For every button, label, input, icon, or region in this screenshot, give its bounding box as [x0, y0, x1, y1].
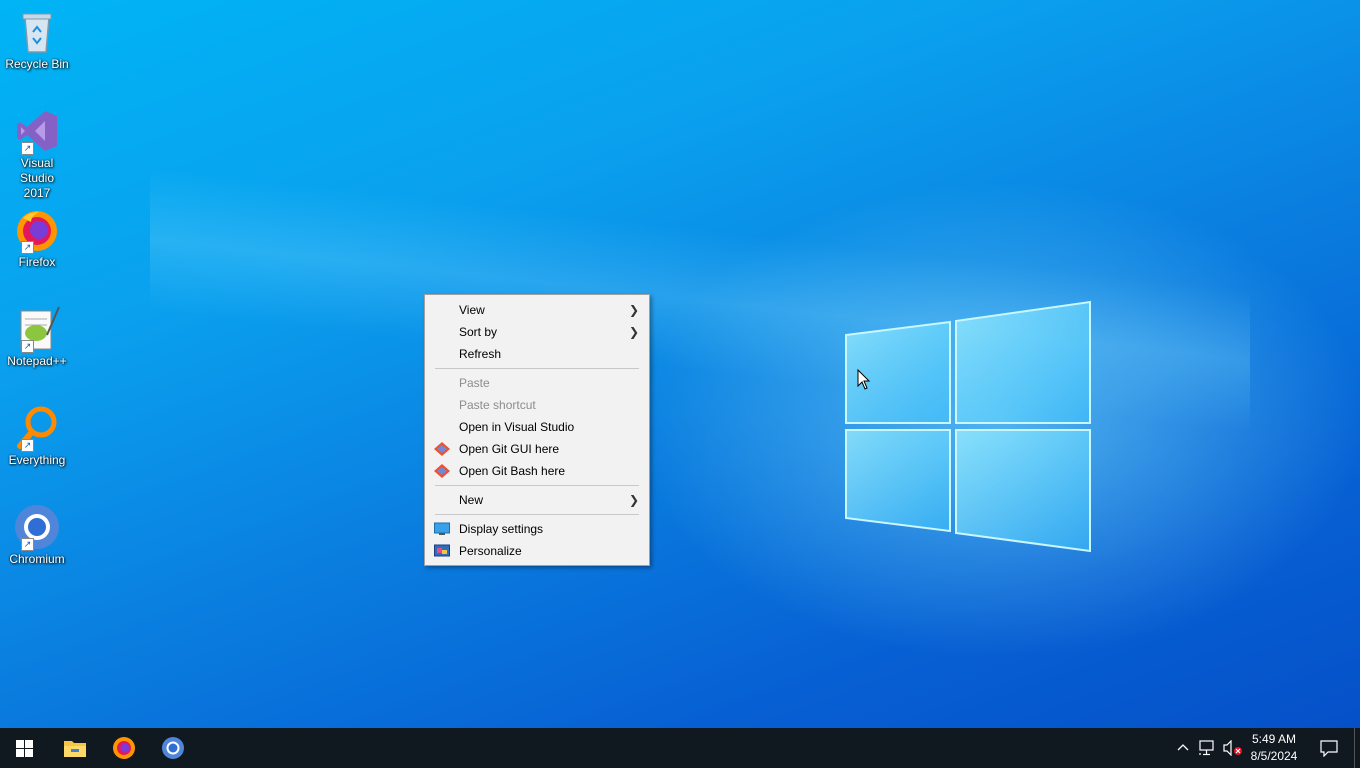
chromium-icon — [162, 737, 184, 759]
menu-item-label: View — [459, 303, 485, 317]
volume-muted-icon — [1223, 740, 1242, 756]
shortcut-arrow-icon: ↗ — [21, 241, 34, 254]
start-icon — [16, 740, 33, 757]
desktop-background[interactable]: Recycle Bin ↗ Visual Studio 2017 ↗ Firef… — [0, 0, 1360, 728]
menu-item-new[interactable]: New ❯ — [425, 489, 649, 511]
personalize-icon — [434, 544, 450, 557]
menu-item-label: Sort by — [459, 325, 498, 339]
firefox-icon — [113, 737, 135, 759]
start-button[interactable] — [0, 728, 48, 768]
menu-item-label: Open Git Bash here — [459, 464, 566, 478]
menu-item-label: Open in Visual Studio — [459, 420, 575, 434]
file-explorer-icon — [64, 741, 86, 757]
desktop-icon-label: Firefox — [18, 255, 56, 269]
desktop-icon-visual-studio[interactable]: ↗ Visual Studio 2017 — [3, 107, 71, 201]
menu-separator — [435, 368, 639, 369]
desktop-icon-label: Notepad++ — [7, 354, 67, 368]
git-icon — [434, 464, 450, 478]
network-icon — [1199, 740, 1214, 756]
menu-item-refresh[interactable]: Refresh — [425, 343, 649, 365]
menu-item-sort-by[interactable]: Sort by ❯ — [425, 321, 649, 343]
shortcut-arrow-icon: ↗ — [21, 538, 34, 551]
chevron-up-icon — [1177, 744, 1189, 751]
display-icon — [434, 522, 450, 535]
menu-item-label: Personalize — [459, 544, 522, 558]
shortcut-arrow-icon: ↗ — [21, 340, 34, 353]
tray-volume[interactable] — [1220, 728, 1244, 768]
menu-item-label: Paste — [459, 376, 490, 390]
desktop-icon-label: Everything — [8, 453, 66, 467]
desktop-icon-label: Recycle Bin — [5, 57, 69, 71]
menu-item-display-settings[interactable]: Display settings — [425, 518, 649, 540]
taskbar-chromium[interactable] — [148, 728, 196, 768]
menu-item-open-git-gui[interactable]: Open Git GUI here — [425, 438, 649, 460]
tray-show-hidden-icons[interactable] — [1174, 728, 1192, 768]
shortcut-arrow-icon: ↗ — [21, 439, 34, 452]
menu-item-label: Refresh — [459, 347, 502, 361]
desktop-icon-notepad-plus-plus[interactable]: ↗ Notepad++ — [3, 305, 71, 369]
desktop-context-menu: View ❯ Sort by ❯ Refresh Paste Paste sho… — [424, 294, 650, 566]
menu-item-label: New — [459, 493, 484, 507]
chevron-right-icon: ❯ — [628, 493, 639, 507]
desktop-icon-recycle-bin[interactable]: Recycle Bin — [3, 8, 71, 72]
desktop-icon-label: Visual Studio 2017 — [19, 156, 55, 200]
chevron-right-icon: ❯ — [628, 325, 639, 339]
menu-item-label: Display settings — [459, 522, 544, 536]
taskbar: 5:49 AM 8/5/2024 — [0, 728, 1360, 768]
menu-item-label: Open Git GUI here — [459, 442, 560, 456]
menu-item-view[interactable]: View ❯ — [425, 299, 649, 321]
menu-separator — [435, 514, 639, 515]
action-center-button[interactable] — [1312, 728, 1348, 768]
desktop-icon-label: Chromium — [9, 552, 65, 566]
menu-item-open-in-visual-studio[interactable]: Open in Visual Studio — [425, 416, 649, 438]
menu-item-paste: Paste — [425, 372, 649, 394]
menu-item-paste-shortcut: Paste shortcut — [425, 394, 649, 416]
taskbar-firefox[interactable] — [99, 728, 147, 768]
mouse-cursor-icon — [857, 369, 871, 390]
menu-item-label: Paste shortcut — [459, 398, 536, 412]
taskbar-clock[interactable]: 5:49 AM 8/5/2024 — [1244, 731, 1304, 765]
tray-network[interactable] — [1196, 728, 1218, 768]
shortcut-arrow-icon: ↗ — [21, 142, 34, 155]
desktop-icon-everything[interactable]: ↗ Everything — [3, 404, 71, 468]
git-icon — [434, 442, 450, 456]
desktop-icon-firefox[interactable]: ↗ Firefox — [3, 206, 71, 270]
menu-item-personalize[interactable]: Personalize — [425, 540, 649, 562]
recycle-bin-icon — [22, 13, 52, 53]
notification-icon — [1320, 740, 1338, 757]
desktop-icon-chromium[interactable]: ↗ Chromium — [3, 503, 71, 567]
menu-item-open-git-bash[interactable]: Open Git Bash here — [425, 460, 649, 482]
windows-logo-wallpaper — [845, 300, 1091, 553]
clock-date: 8/5/2024 — [1250, 749, 1298, 763]
menu-separator — [435, 485, 639, 486]
show-desktop-button[interactable] — [1354, 728, 1360, 768]
taskbar-file-explorer[interactable] — [50, 728, 98, 768]
clock-time: 5:49 AM — [1251, 732, 1297, 746]
chevron-right-icon: ❯ — [628, 303, 639, 317]
